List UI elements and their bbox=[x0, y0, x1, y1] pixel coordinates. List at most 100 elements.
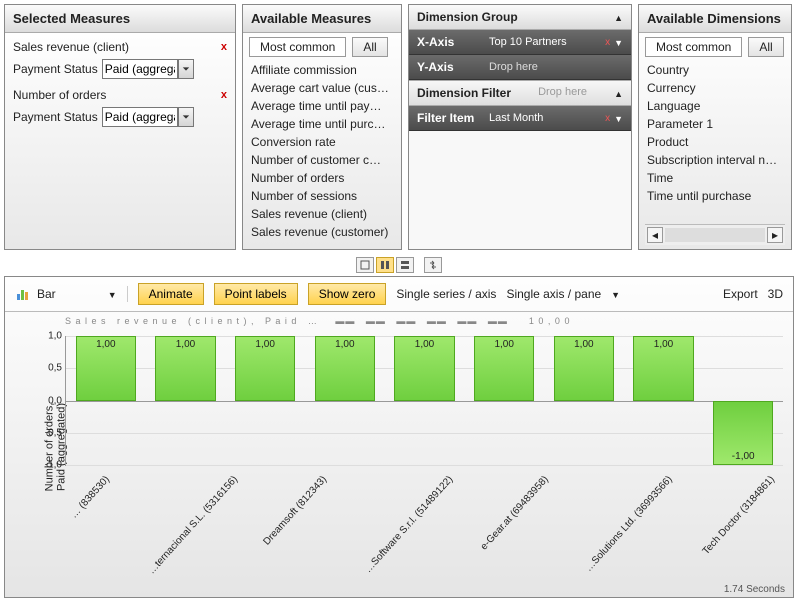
dropdown-button[interactable] bbox=[178, 107, 194, 127]
list-item[interactable]: Average time until purc… bbox=[249, 115, 395, 133]
view-toggle-2[interactable] bbox=[376, 257, 394, 273]
list-item[interactable]: Parameter 1 bbox=[645, 115, 785, 133]
list-item[interactable]: Number of orders bbox=[249, 169, 395, 187]
chart-bar[interactable]: 1,00 bbox=[235, 336, 296, 401]
animate-button[interactable]: Animate bbox=[138, 283, 204, 305]
filter-value-select[interactable] bbox=[102, 107, 178, 127]
remove-filter-icon[interactable]: x bbox=[605, 113, 610, 124]
tab-all[interactable]: All bbox=[748, 37, 783, 57]
dimension-filter-header: Dimension Filter Drop here bbox=[409, 80, 631, 106]
chart-bar[interactable]: -1,00 bbox=[713, 401, 774, 466]
scroll-right-icon[interactable]: ▸ bbox=[767, 227, 783, 243]
chart-type-dropdown-icon[interactable] bbox=[108, 287, 117, 301]
available-dimensions-header: Available Dimensions bbox=[639, 5, 791, 33]
y-tick: 0,5 bbox=[48, 363, 66, 374]
filter-value-select[interactable] bbox=[102, 59, 178, 79]
tab-most-common[interactable]: Most common bbox=[249, 37, 346, 57]
view-toggle-bar bbox=[0, 254, 798, 276]
chart-bar[interactable]: 1,00 bbox=[474, 336, 535, 401]
list-item[interactable]: Product bbox=[645, 133, 785, 151]
list-item[interactable]: Sales revenue (client) bbox=[249, 205, 395, 223]
x-axis-label: X-Axis bbox=[417, 35, 489, 49]
remove-measure-icon[interactable]: x bbox=[221, 89, 227, 101]
legend-strip: S a l e s r e v e n u e ( c l i e n t ) … bbox=[65, 316, 783, 332]
list-item[interactable]: Conversion rate bbox=[249, 133, 395, 151]
show-zero-button[interactable]: Show zero bbox=[308, 283, 387, 305]
scroll-track[interactable] bbox=[665, 228, 765, 242]
horizontal-scrollbar[interactable]: ◂ ▸ bbox=[645, 224, 785, 245]
list-item[interactable]: Currency bbox=[645, 79, 785, 97]
chart-bar[interactable]: 1,00 bbox=[76, 336, 137, 401]
selected-measure-name: Sales revenue (client) bbox=[13, 40, 129, 54]
chart-toolbar: Bar Animate Point labels Show zero Singl… bbox=[5, 277, 793, 312]
selected-measures-header: Selected Measures bbox=[5, 5, 235, 33]
selected-measures-panel: Selected Measures Sales revenue (client)… bbox=[4, 4, 236, 250]
list-item[interactable]: Country bbox=[645, 61, 785, 79]
single-series-option[interactable]: Single series / axis bbox=[396, 287, 496, 301]
collapse-icon[interactable] bbox=[614, 10, 623, 24]
y-axis-row[interactable]: Y-Axis Drop here bbox=[409, 55, 631, 80]
filter-label: Payment Status bbox=[13, 62, 98, 76]
list-item[interactable]: Sales revenue (customer) bbox=[249, 223, 395, 241]
selected-measure-block: Sales revenue (client) x Payment Status bbox=[11, 37, 229, 85]
x-axis-row[interactable]: X-Axis Top 10 Partners x bbox=[409, 30, 631, 55]
chart-bar[interactable]: 1,00 bbox=[315, 336, 376, 401]
list-item[interactable]: Time until purchase bbox=[645, 187, 785, 205]
dimension-group-title: Dimension Group bbox=[417, 10, 518, 24]
list-item[interactable]: Affiliate commission bbox=[249, 61, 395, 79]
list-item[interactable]: Average time until pay… bbox=[249, 97, 395, 115]
tab-all[interactable]: All bbox=[352, 37, 387, 57]
render-time: 1.74 Seconds bbox=[5, 582, 793, 597]
chart-plot-area: 1,0 0,5 0,0 -0,5 -1,0 1,001,001,001,001,… bbox=[65, 336, 783, 466]
dropdown-icon[interactable] bbox=[614, 35, 623, 49]
y-tick: -1,0 bbox=[45, 460, 66, 471]
y-tick: 1,0 bbox=[48, 331, 66, 342]
chart-bar[interactable]: 1,00 bbox=[155, 336, 216, 401]
dimension-filter-label: Dimension Filter bbox=[417, 86, 511, 100]
3d-button[interactable]: 3D bbox=[768, 287, 783, 301]
chart-bar[interactable]: 1,00 bbox=[633, 336, 694, 401]
dimension-group-panel: Dimension Group X-Axis Top 10 Partners x… bbox=[408, 4, 632, 250]
y-tick: 0,0 bbox=[48, 395, 66, 406]
available-dimensions-panel: Available Dimensions Most common All Cou… bbox=[638, 4, 792, 250]
view-toggle-3[interactable] bbox=[396, 257, 414, 273]
collapse-icon[interactable] bbox=[614, 86, 623, 100]
scroll-left-icon[interactable]: ◂ bbox=[647, 227, 663, 243]
available-measures-panel: Available Measures Most common All Affil… bbox=[242, 4, 402, 250]
remove-measure-icon[interactable]: x bbox=[221, 41, 227, 53]
export-button[interactable]: Export bbox=[723, 287, 758, 301]
available-measures-header: Available Measures bbox=[243, 5, 401, 33]
filter-label: Payment Status bbox=[13, 110, 98, 124]
selected-measures-title: Selected Measures bbox=[13, 11, 130, 26]
point-labels-button[interactable]: Point labels bbox=[214, 283, 298, 305]
y-axis-label: Y-Axis bbox=[417, 60, 489, 74]
single-axis-option[interactable]: Single axis / pane bbox=[506, 287, 601, 301]
list-item[interactable]: Time bbox=[645, 169, 785, 187]
filter-item-row[interactable]: Filter Item Last Month x bbox=[409, 106, 631, 131]
available-measures-title: Available Measures bbox=[251, 11, 371, 26]
chart-bar[interactable]: 1,00 bbox=[554, 336, 615, 401]
list-item[interactable]: Number of customer c… bbox=[249, 151, 395, 169]
remove-x-axis-icon[interactable]: x bbox=[605, 37, 610, 48]
chart-type-select[interactable]: Bar bbox=[37, 287, 56, 301]
list-item[interactable]: Subscription interval numbe bbox=[645, 151, 785, 169]
y-axis-placeholder: Drop here bbox=[489, 61, 623, 73]
dropdown-icon[interactable] bbox=[614, 111, 623, 125]
filter-item-value: Last Month bbox=[489, 112, 605, 124]
available-dimensions-title: Available Dimensions bbox=[647, 11, 781, 26]
y-axis-label: Number of orders,Paid (aggregated) bbox=[43, 403, 67, 492]
list-item[interactable]: Number of sessions bbox=[249, 187, 395, 205]
chart-panel: Bar Animate Point labels Show zero Singl… bbox=[4, 276, 794, 598]
list-item[interactable]: Language bbox=[645, 97, 785, 115]
axis-dropdown-icon[interactable] bbox=[611, 287, 620, 301]
selected-measure-name: Number of orders bbox=[13, 88, 106, 102]
dimension-filter-placeholder: Drop here bbox=[511, 86, 614, 100]
list-item[interactable]: Average cart value (cus… bbox=[249, 79, 395, 97]
chart-bar[interactable]: 1,00 bbox=[394, 336, 455, 401]
dropdown-button[interactable] bbox=[178, 59, 194, 79]
view-toggle-swap[interactable] bbox=[424, 257, 442, 273]
tab-most-common[interactable]: Most common bbox=[645, 37, 742, 57]
available-dimensions-list: Country Currency Language Parameter 1 Pr… bbox=[645, 61, 785, 224]
dimension-group-header: Dimension Group bbox=[409, 5, 631, 30]
view-toggle-1[interactable] bbox=[356, 257, 374, 273]
